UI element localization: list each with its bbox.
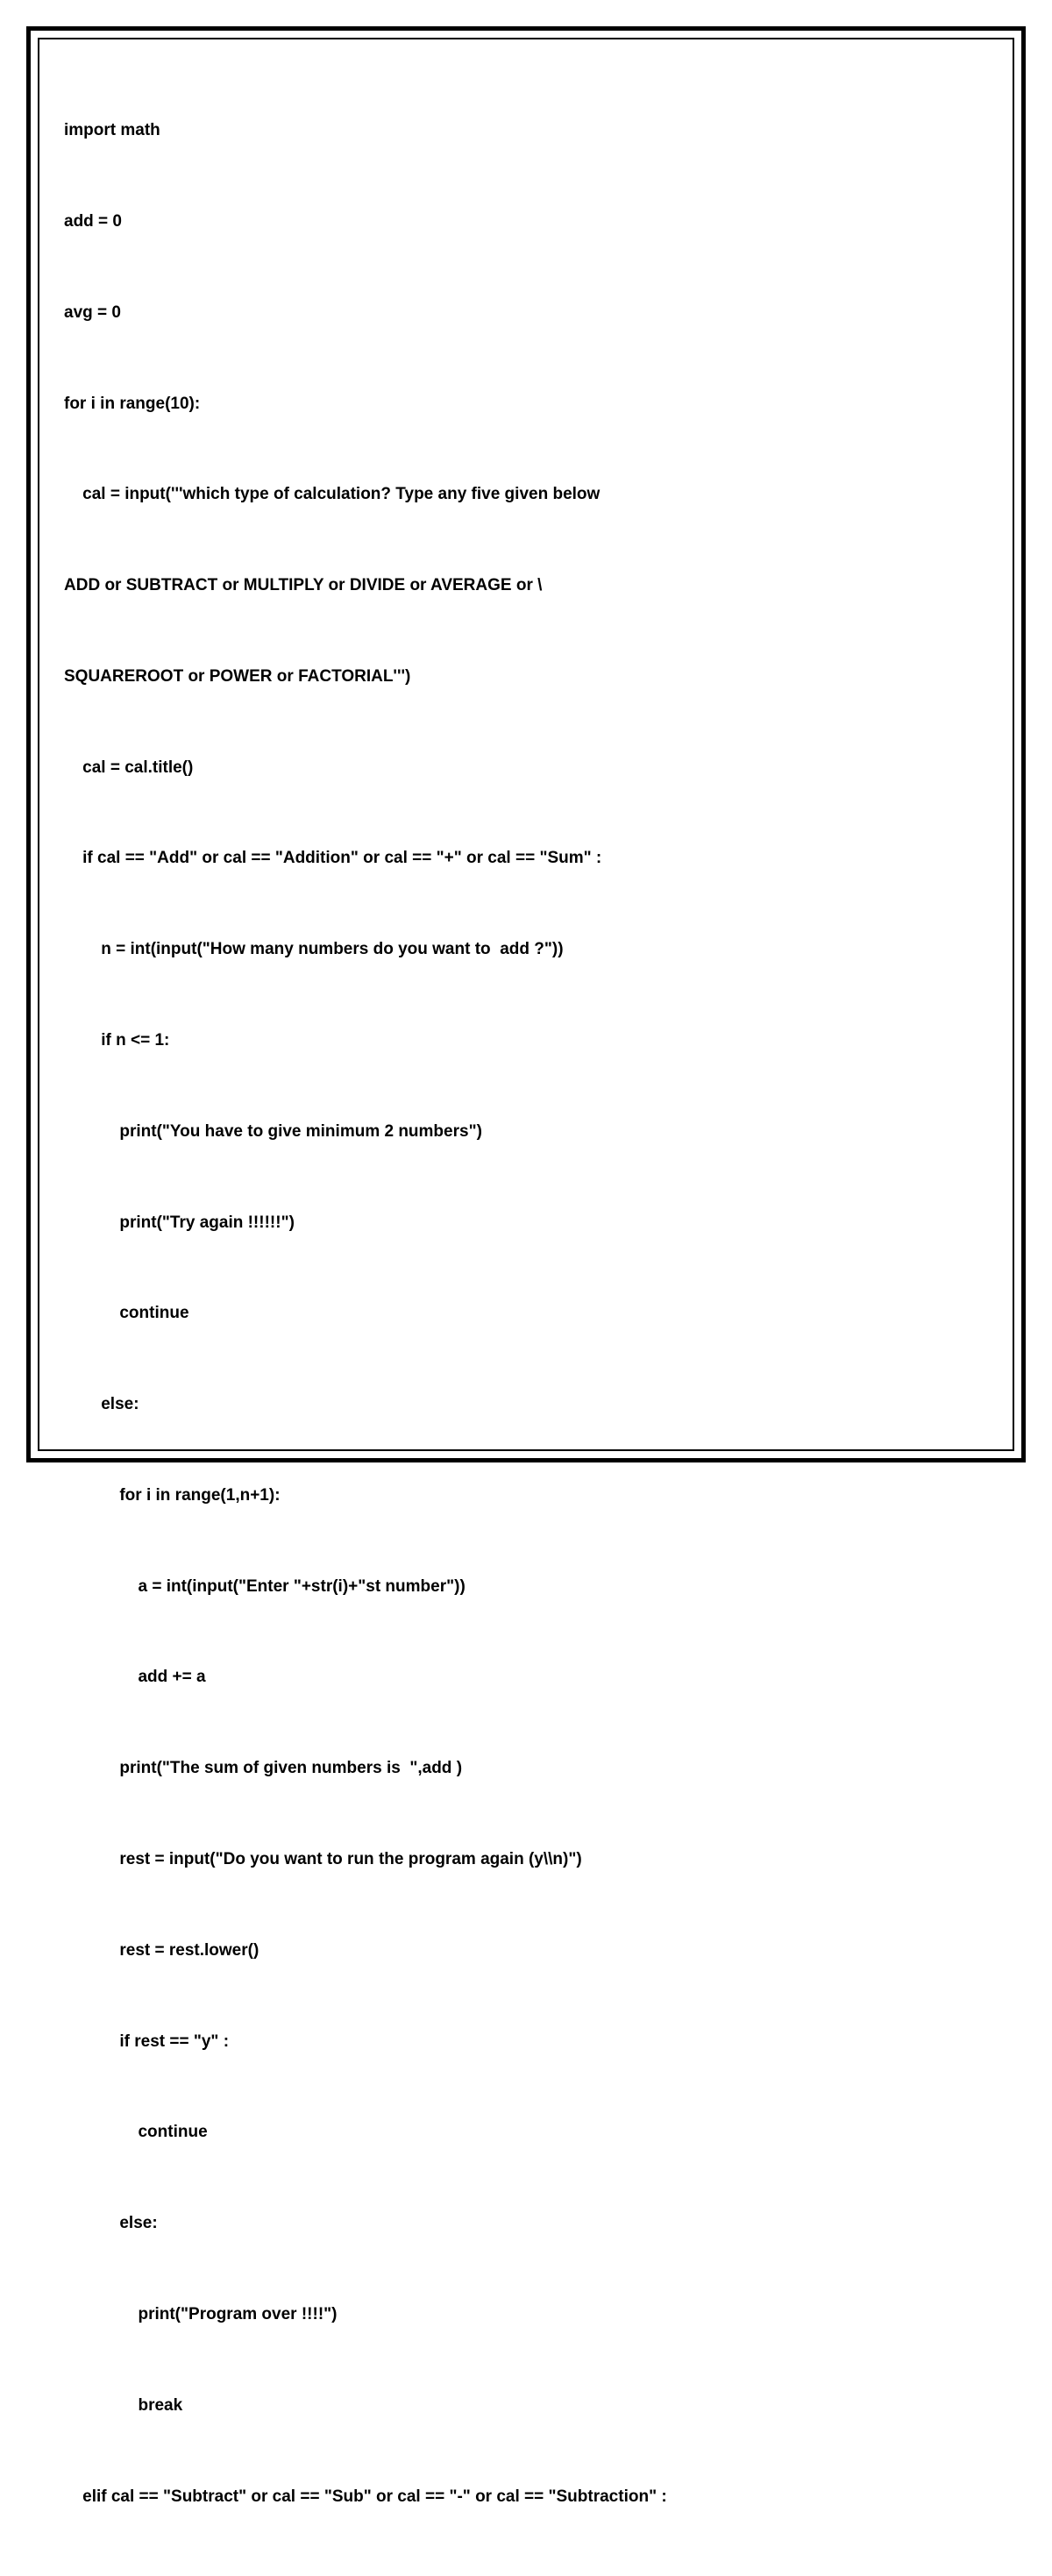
code-line: for i in range(10): bbox=[64, 393, 988, 416]
code-line: import math bbox=[64, 119, 988, 143]
inner-border: import math add = 0 avg = 0 for i in ran… bbox=[38, 38, 1014, 1451]
code-line: print("The sum of given numbers is ",add… bbox=[64, 1757, 988, 1781]
code-line: break bbox=[64, 2395, 988, 2418]
code-line: ADD or SUBTRACT or MULTIPLY or DIVIDE or… bbox=[64, 574, 988, 598]
code-line: if n <= 1: bbox=[64, 1029, 988, 1053]
code-line: else: bbox=[64, 1393, 988, 1417]
code-block: import math add = 0 avg = 0 for i in ran… bbox=[64, 73, 988, 2576]
code-line: print("You have to give minimum 2 number… bbox=[64, 1121, 988, 1144]
code-line: n = int(input("How many numbers do you w… bbox=[64, 938, 988, 962]
code-line: cal = input('''which type of calculation… bbox=[64, 483, 988, 507]
code-line: add = 0 bbox=[64, 210, 988, 234]
code-line: if cal == "Add" or cal == "Addition" or … bbox=[64, 847, 988, 871]
code-line: a = int(input("Enter "+str(i)+"st number… bbox=[64, 1576, 988, 1599]
code-line: add += a bbox=[64, 1666, 988, 1690]
code-line: else: bbox=[64, 2212, 988, 2236]
code-line: cal = cal.title() bbox=[64, 757, 988, 780]
code-line: for i in range(1,n+1): bbox=[64, 1484, 988, 1508]
code-line: SQUAREROOT or POWER or FACTORIAL''') bbox=[64, 665, 988, 689]
outer-border: import math add = 0 avg = 0 for i in ran… bbox=[26, 26, 1026, 1462]
code-line: print("Program over !!!!") bbox=[64, 2303, 988, 2327]
code-line: avg = 0 bbox=[64, 302, 988, 325]
code-line: continue bbox=[64, 2121, 988, 2145]
code-line: rest = input("Do you want to run the pro… bbox=[64, 1848, 988, 1872]
code-line: print("Try again !!!!!!") bbox=[64, 1212, 988, 1235]
code-line: continue bbox=[64, 1302, 988, 1326]
code-line: rest = rest.lower() bbox=[64, 1939, 988, 1963]
code-line: if rest == "y" : bbox=[64, 2031, 988, 2054]
code-line: elif cal == "Subtract" or cal == "Sub" o… bbox=[64, 2486, 988, 2509]
